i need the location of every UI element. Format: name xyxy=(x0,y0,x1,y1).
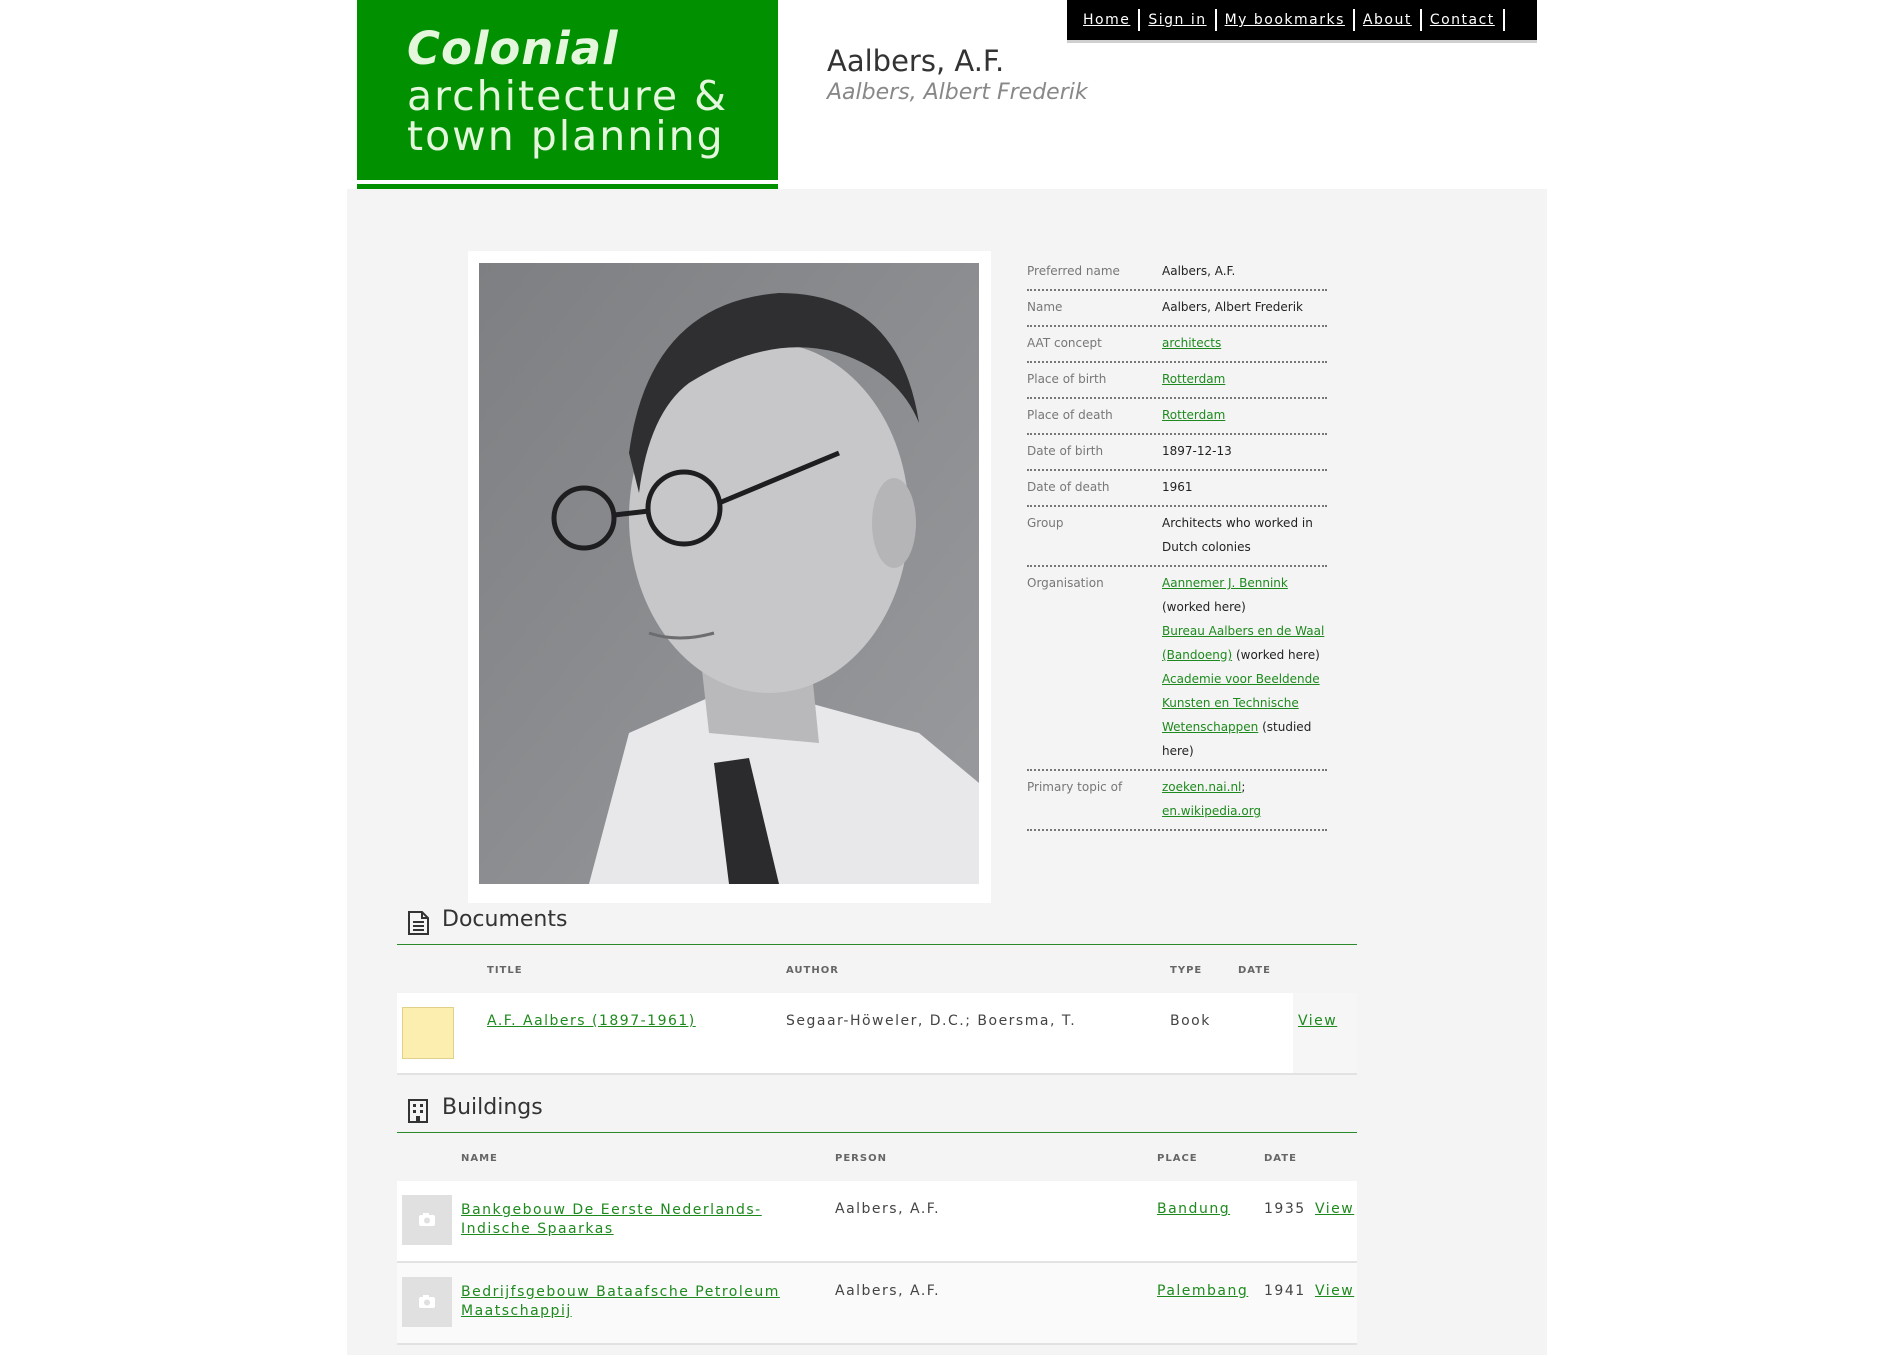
property-label: Group xyxy=(1027,516,1064,530)
logo-line-1: Colonial xyxy=(407,22,619,75)
documents-section-header: Documents xyxy=(397,900,1357,945)
building-name-link[interactable]: Bedrijfsgebouw Bataafsche Petroleum Maat… xyxy=(461,1283,801,1321)
nav-bookmarks-link[interactable]: My bookmarks xyxy=(1217,9,1355,31)
organisation-note: (worked here) xyxy=(1235,648,1320,662)
document-view-link[interactable]: View xyxy=(1298,1013,1337,1029)
organisation-note: (worked here) xyxy=(1162,600,1246,614)
column-name: NAME xyxy=(461,1153,498,1164)
nav-home-link[interactable]: Home xyxy=(1075,9,1141,31)
nav-about-link[interactable]: About xyxy=(1355,9,1422,31)
property-label: Preferred name xyxy=(1027,264,1120,278)
property-group: Group Architects who worked in Dutch col… xyxy=(1027,507,1327,567)
building-view-link[interactable]: View xyxy=(1315,1283,1354,1299)
documents-title: Documents xyxy=(442,907,568,932)
view-cell: View xyxy=(1293,993,1357,1073)
property-value: Aalbers, A.F. xyxy=(1162,264,1236,278)
building-place-link[interactable]: Bandung xyxy=(1157,1201,1230,1217)
top-navigation: Home Sign in My bookmarks About Contact xyxy=(1067,0,1537,40)
place-of-birth-link[interactable]: Rotterdam xyxy=(1162,372,1225,386)
document-thumbnail[interactable] xyxy=(402,1007,454,1059)
building-place-link[interactable]: Palembang xyxy=(1157,1283,1248,1299)
building-person: Aalbers, A.F. xyxy=(835,1201,941,1217)
building-row: Bankgebouw De Eerste Nederlands-Indische… xyxy=(397,1181,1357,1263)
property-value: 1961 xyxy=(1162,480,1193,494)
property-aat-concept: AAT concept architects xyxy=(1027,327,1327,363)
property-primary-topic: Primary topic of zoeken.nai.nl; en.wikip… xyxy=(1027,771,1327,831)
property-place-of-birth: Place of birth Rotterdam xyxy=(1027,363,1327,399)
property-label: Place of death xyxy=(1027,408,1113,422)
property-value: Aalbers, Albert Frederik xyxy=(1162,300,1304,314)
aat-concept-link[interactable]: architects xyxy=(1162,336,1221,350)
site-logo[interactable]: Colonial architecture & town planning xyxy=(357,0,778,180)
building-icon xyxy=(408,1099,428,1123)
logo-line-3: town planning xyxy=(407,112,725,160)
page-subtitle: Aalbers, Albert Frederik xyxy=(827,80,1088,105)
page-title: Aalbers, A.F. xyxy=(827,44,1005,78)
documents-column-headers: TITLE AUTHOR TYPE DATE xyxy=(397,945,1357,991)
buildings-section-header: Buildings xyxy=(397,1088,1357,1133)
document-author: Segaar-Höweler, D.C.; Boersma, T. xyxy=(786,1013,1077,1029)
property-date-of-birth: Date of birth 1897-12-13 xyxy=(1027,435,1327,471)
place-of-death-link[interactable]: Rotterdam xyxy=(1162,408,1225,422)
buildings-column-headers: NAME PERSON PLACE DATE xyxy=(397,1133,1357,1179)
portrait-photo[interactable] xyxy=(479,263,979,884)
portrait-frame xyxy=(468,251,991,903)
building-date: 1935 xyxy=(1264,1201,1306,1217)
column-date: DATE xyxy=(1264,1153,1297,1164)
property-label: Place of birth xyxy=(1027,372,1107,386)
column-place: PLACE xyxy=(1157,1153,1198,1164)
nav-sign-in-link[interactable]: Sign in xyxy=(1140,9,1217,31)
wikipedia-link[interactable]: en.wikipedia.org xyxy=(1162,804,1261,818)
property-label: Name xyxy=(1027,300,1063,314)
portrait-image xyxy=(479,263,979,884)
property-label: Date of birth xyxy=(1027,444,1104,458)
property-label: Date of death xyxy=(1027,480,1110,494)
camera-icon xyxy=(419,1295,435,1308)
buildings-title: Buildings xyxy=(442,1095,543,1120)
document-row: A.F. Aalbers (1897-1961) Segaar-Höweler,… xyxy=(397,993,1357,1075)
document-title-link[interactable]: A.F. Aalbers (1897-1961) xyxy=(487,1013,696,1029)
building-thumbnail[interactable] xyxy=(402,1195,452,1245)
nav-contact-link[interactable]: Contact xyxy=(1422,9,1505,31)
document-icon xyxy=(408,911,429,935)
property-organisation: Organisation Aannemer J. Bennink (worked… xyxy=(1027,567,1327,771)
property-label: AAT concept xyxy=(1027,336,1102,350)
building-person: Aalbers, A.F. xyxy=(835,1283,941,1299)
building-thumbnail[interactable] xyxy=(402,1277,452,1327)
document-type: Book xyxy=(1170,1013,1211,1029)
building-date: 1941 xyxy=(1264,1283,1306,1299)
building-row: Bedrijfsgebouw Bataafsche Petroleum Maat… xyxy=(397,1263,1357,1345)
building-view-link[interactable]: View xyxy=(1315,1201,1354,1217)
property-place-of-death: Place of death Rotterdam xyxy=(1027,399,1327,435)
property-date-of-death: Date of death 1961 xyxy=(1027,471,1327,507)
link-separator: ; xyxy=(1241,780,1246,794)
column-person: PERSON xyxy=(835,1153,887,1164)
property-preferred-name: Preferred name Aalbers, A.F. xyxy=(1027,255,1327,291)
column-title: TITLE xyxy=(487,965,523,976)
column-author: AUTHOR xyxy=(786,965,839,976)
property-name: Name Aalbers, Albert Frederik xyxy=(1027,291,1327,327)
nav-divider xyxy=(1067,40,1537,43)
person-properties: Preferred name Aalbers, A.F. Name Aalber… xyxy=(1027,255,1327,831)
building-name-link[interactable]: Bankgebouw De Eerste Nederlands-Indische… xyxy=(461,1201,801,1239)
property-value: Architects who worked in Dutch colonies xyxy=(1162,516,1313,554)
column-date: DATE xyxy=(1238,965,1271,976)
column-type: TYPE xyxy=(1170,965,1203,976)
camera-icon xyxy=(419,1213,435,1226)
nai-link[interactable]: zoeken.nai.nl xyxy=(1162,780,1241,794)
organisation-link[interactable]: Aannemer J. Bennink xyxy=(1162,576,1288,590)
property-label: Organisation xyxy=(1027,576,1104,590)
property-value: 1897-12-13 xyxy=(1162,444,1232,458)
property-label: Primary topic of xyxy=(1027,780,1123,794)
